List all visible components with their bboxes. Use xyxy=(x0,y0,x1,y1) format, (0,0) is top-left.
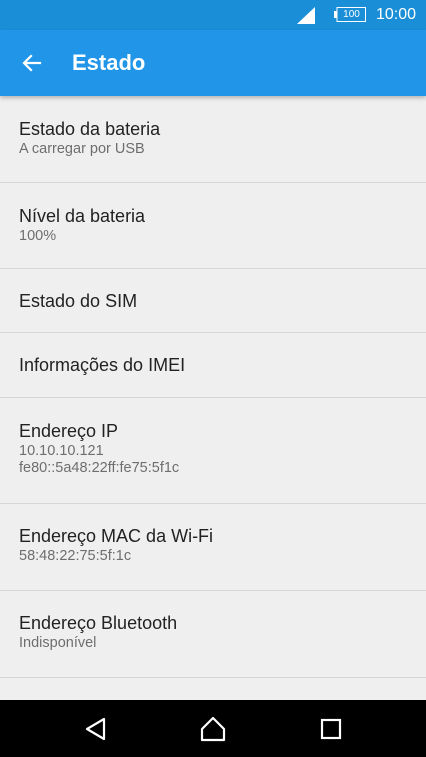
list-item-subtitle: 100% xyxy=(19,228,57,244)
list-item-title: Informações do IMEI xyxy=(19,355,186,375)
list-item-title: Estado do SIM xyxy=(19,291,138,311)
recents-square-icon[interactable] xyxy=(318,716,344,742)
list-item-imei-info[interactable]: Informações do IMEI xyxy=(0,333,426,398)
page-title: Estado xyxy=(72,50,146,75)
list-item-title: Endereço IP xyxy=(19,421,119,441)
list-item-bluetooth-address[interactable]: Endereço Bluetooth Indisponível xyxy=(0,591,426,678)
app-bar: Estado xyxy=(0,30,426,96)
list-item-subtitle: Indisponível xyxy=(19,635,97,651)
list-item-battery-level[interactable]: Nível da bateria 100% xyxy=(0,183,426,269)
signal-icon xyxy=(297,7,315,24)
list-item-subtitle: fe80::5a48:22ff:fe75:5f1c xyxy=(19,460,180,476)
navigation-bar xyxy=(0,700,426,757)
list-item-subtitle: 58:48:22:75:5f:1c xyxy=(19,548,132,564)
home-icon[interactable] xyxy=(200,716,226,742)
battery-level-text: 100 xyxy=(343,9,360,20)
status-bar: 100 10:00 xyxy=(0,0,426,30)
list-item-battery-status[interactable]: Estado da bateria A carregar por USB xyxy=(0,96,426,183)
list-item-wifi-mac[interactable]: Endereço MAC da Wi-Fi 58:48:22:75:5f:1c xyxy=(0,504,426,591)
list-item-title: Estado da bateria xyxy=(19,119,161,139)
list-item-subtitle: A carregar por USB xyxy=(19,141,145,157)
status-list: Estado da bateria A carregar por USB Nív… xyxy=(0,96,426,678)
back-triangle-icon[interactable] xyxy=(83,716,109,742)
list-item-title: Endereço Bluetooth xyxy=(19,613,178,633)
arrow-left-icon[interactable] xyxy=(20,51,44,75)
list-item-sim-status[interactable]: Estado do SIM xyxy=(0,269,426,333)
list-item-ip-address[interactable]: Endereço IP 10.10.10.121 fe80::5a48:22ff… xyxy=(0,398,426,504)
list-item-title: Endereço MAC da Wi-Fi xyxy=(19,526,214,546)
list-item-title: Nível da bateria xyxy=(19,206,146,226)
status-time: 10:00 xyxy=(375,6,416,23)
